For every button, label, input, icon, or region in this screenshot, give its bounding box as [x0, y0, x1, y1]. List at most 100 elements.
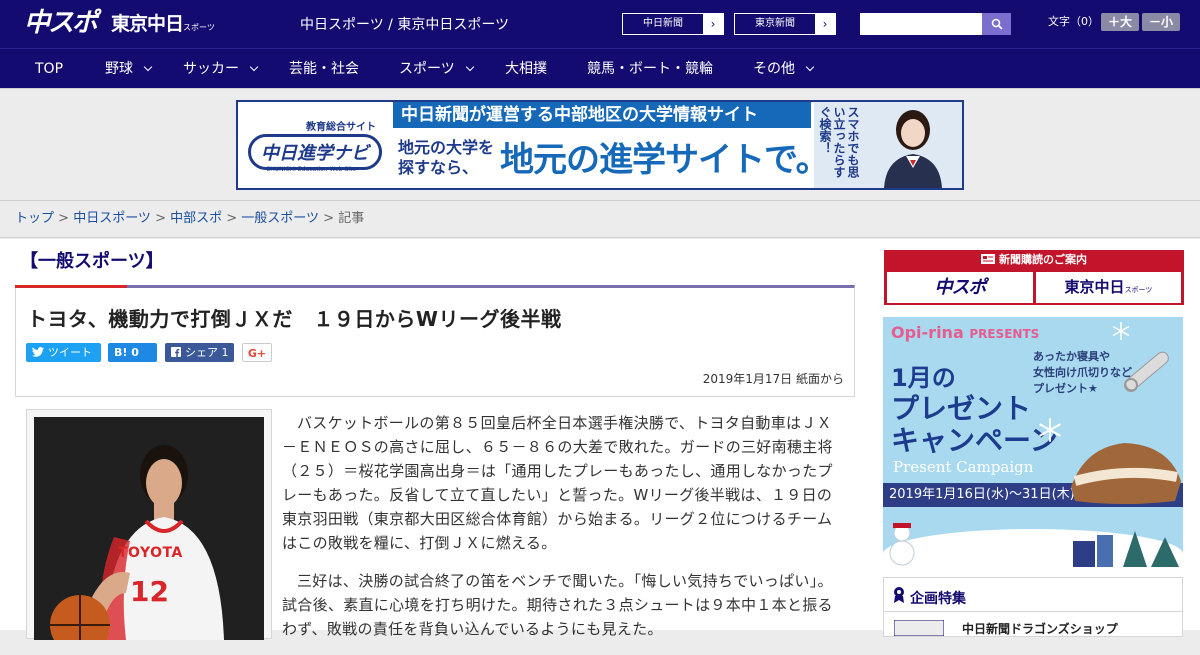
award-icon — [894, 587, 904, 603]
article-paragraph: 三好は、決勝の試合終了の笛をベンチで聞いた。「悔しい気持ちでいっぱい」。試合後、… — [282, 572, 833, 638]
feature-item-link[interactable]: 中日新聞ドラゴンズショップ — [962, 620, 1118, 637]
banner-logo-ring: 中日進学ナビ — [248, 134, 382, 170]
town-image — [1073, 531, 1179, 567]
main-nav: TOP 野球 サッカー 芸能・社会 スポーツ 大相撲 競馬・ボート・競輪 その他 — [0, 48, 1200, 89]
chunichi-shimbun-button[interactable]: 中日新聞 › — [622, 13, 724, 35]
site-header: 中スポ 東京中日スポーツ 中日スポーツ / 東京中日スポーツ 中日新聞 › 東京… — [0, 0, 1200, 48]
google-plus-button[interactable]: G+ — [242, 343, 272, 362]
breadcrumb-current: 記事 — [338, 211, 365, 226]
nav-label: TOP — [35, 61, 64, 77]
search-icon — [991, 18, 1003, 30]
facebook-label: シェア 1 — [185, 346, 229, 359]
hatena-bookmark-button[interactable]: B! 0 — [108, 343, 157, 362]
chevron-right-icon: › — [710, 17, 716, 31]
article-date: 2019年1月17日 紙面から — [702, 372, 844, 386]
chevron-down-icon — [465, 62, 474, 72]
font-smaller-button[interactable]: －小 — [1142, 13, 1180, 31]
newspaper-icon — [981, 254, 995, 264]
hatena-label: B! 0 — [114, 346, 139, 359]
tokyo-shimbun-button[interactable]: 東京新聞 › — [734, 13, 836, 35]
ad-big-line: 1月の — [891, 364, 956, 392]
content-area: 【一般スポーツ】 トヨタ、機動力で打倒ＪＸだ １９日からWリーグ後半戦 ツイート… — [0, 239, 1200, 640]
shingaku-navi-logo: 教育総合サイト 中日進学ナビ CHUNICHI Education Web Si… — [246, 116, 386, 176]
facebook-share-button[interactable]: シェア 1 — [165, 343, 234, 362]
nav-item-sumo[interactable]: 大相撲 — [505, 49, 547, 89]
breadcrumb-link[interactable]: 一般スポーツ — [241, 211, 319, 226]
breadcrumb-link[interactable]: トップ — [15, 211, 54, 226]
banner-logo-caption: 教育総合サイト — [306, 122, 376, 133]
nav-label: 大相撲 — [505, 61, 547, 77]
ad-brand-name: Opi-rina — [891, 323, 964, 342]
search-input[interactable] — [860, 13, 982, 35]
breadcrumb-link[interactable]: 中日スポーツ — [73, 211, 151, 226]
article-photo-frame: TOYOTA 12 — [26, 409, 272, 640]
font-bigger-button[interactable]: ＋大 — [1101, 13, 1139, 31]
twitter-icon — [32, 347, 44, 357]
section-title: 【一般スポーツ】 — [20, 251, 164, 272]
breadcrumb-link[interactable]: 中部スポ — [170, 211, 222, 226]
banner-big-text: 地元の進学サイトで。 — [500, 140, 830, 180]
banner-vertical-text: スマホでも思い立ったらすぐ検索！ — [818, 106, 860, 178]
ad-big-line: プレゼント — [891, 392, 1032, 425]
breadcrumb-sep: > — [222, 211, 242, 226]
shingaku-navi-banner[interactable]: 教育総合サイト 中日進学ナビ CHUNICHI Education Web Si… — [236, 100, 964, 190]
font-size-label: 文字（0） — [1048, 15, 1099, 28]
jersey-team-text: TOYOTA — [118, 545, 183, 561]
banner-logo-sub: CHUNICHI Education Web Site — [266, 166, 357, 173]
header-tagline: 中日スポーツ / 東京中日スポーツ — [300, 17, 510, 33]
nav-label: 芸能・社会 — [289, 61, 359, 77]
tokyo-shimbun-label: 東京新聞 — [735, 14, 815, 34]
jersey-number-text: 12 — [130, 575, 169, 608]
subscribe-tokyo-chunichi-button[interactable]: 東京中日スポーツ — [1036, 272, 1181, 303]
chevron-down-icon — [805, 62, 815, 72]
breadcrumb-sep: > — [319, 211, 339, 226]
nav-label: 競馬・ボート・競輪 — [587, 61, 713, 77]
banner-logo-text: 中日進学ナビ — [261, 143, 369, 164]
banner-lead: 地元の大学を 探すなら、 — [398, 138, 494, 178]
present-campaign-ad[interactable]: Opi-rina PRESENTS あったか寝具や 女性向け爪切りなど プレゼン… — [883, 317, 1183, 567]
nav-label: スポーツ — [399, 61, 455, 77]
article-paragraph: バスケットボールの第８５回皇后杯全日本選手権決勝で、トヨタ自動車はＪＸ－ＥＮＥＯ… — [282, 414, 833, 552]
nav-item-soccer[interactable]: サッカー — [183, 49, 259, 89]
snowman-image — [889, 523, 915, 566]
tweet-label: ツイート — [48, 346, 92, 359]
snowflake-icon — [1112, 322, 1130, 340]
nav-label: その他 — [753, 61, 795, 77]
feature-title: 企画特集 — [910, 591, 966, 607]
ad-brand: Opi-rina PRESENTS — [891, 323, 1039, 342]
article-photo[interactable]: TOYOTA 12 — [34, 417, 264, 640]
banner-lead-line: 地元の大学を — [398, 138, 495, 157]
nav-item-top[interactable]: TOP — [35, 49, 63, 89]
banner-lead-line: 探すなら、 — [398, 158, 479, 177]
nav-item-other[interactable]: その他 — [753, 49, 815, 89]
breadcrumb-sep: > — [54, 211, 74, 226]
chuspo-logo[interactable]: 中スポ — [24, 8, 98, 38]
nav-item-entertainment[interactable]: 芸能・社会 — [289, 49, 359, 89]
tweet-button[interactable]: ツイート — [26, 343, 101, 362]
subscribe-chuspo-button[interactable]: 中スポ — [887, 272, 1033, 303]
nav-item-sports[interactable]: スポーツ — [399, 49, 474, 89]
ad-present-campaign: Present Campaign — [893, 458, 1034, 476]
subscribe-btn2-small: スポーツ — [1124, 286, 1153, 294]
nav-label: サッカー — [183, 61, 239, 77]
feature-box: 企画特集 中日新聞ドラゴンズショップ — [883, 577, 1183, 637]
chunichi-shimbun-label: 中日新聞 — [623, 14, 703, 34]
banner-person-image — [884, 110, 942, 188]
subscribe-btn2-text: 東京中日 — [1064, 278, 1125, 296]
article-headline: トヨタ、機動力で打倒ＪＸだ １９日からWリーグ後半戦 — [27, 307, 562, 331]
tokyo-logo-text: 東京中日 — [111, 13, 184, 35]
chevron-right-icon: › — [822, 17, 828, 31]
breadcrumb-sep: > — [150, 211, 171, 226]
nav-item-racing[interactable]: 競馬・ボート・競輪 — [587, 49, 713, 89]
banner-side: スマホでも思い立ったらすぐ検索！ — [814, 102, 962, 188]
ad-big-line: キャンペーン — [891, 424, 1058, 457]
breadcrumb: トップ > 中日スポーツ > 中部スポ > 一般スポーツ > 記事 — [0, 200, 1200, 238]
tokyo-chunichi-logo[interactable]: 東京中日スポーツ — [111, 12, 215, 40]
search-button[interactable] — [982, 13, 1011, 35]
snowflake-icon — [1039, 418, 1061, 442]
subscription-header-text: 新聞購読のご案内 — [999, 253, 1087, 266]
blanket-image — [1071, 443, 1181, 504]
subscription-header: 新聞購読のご案内 — [884, 250, 1184, 270]
feature-thumbnail — [894, 620, 944, 636]
nav-item-baseball[interactable]: 野球 — [105, 49, 153, 89]
